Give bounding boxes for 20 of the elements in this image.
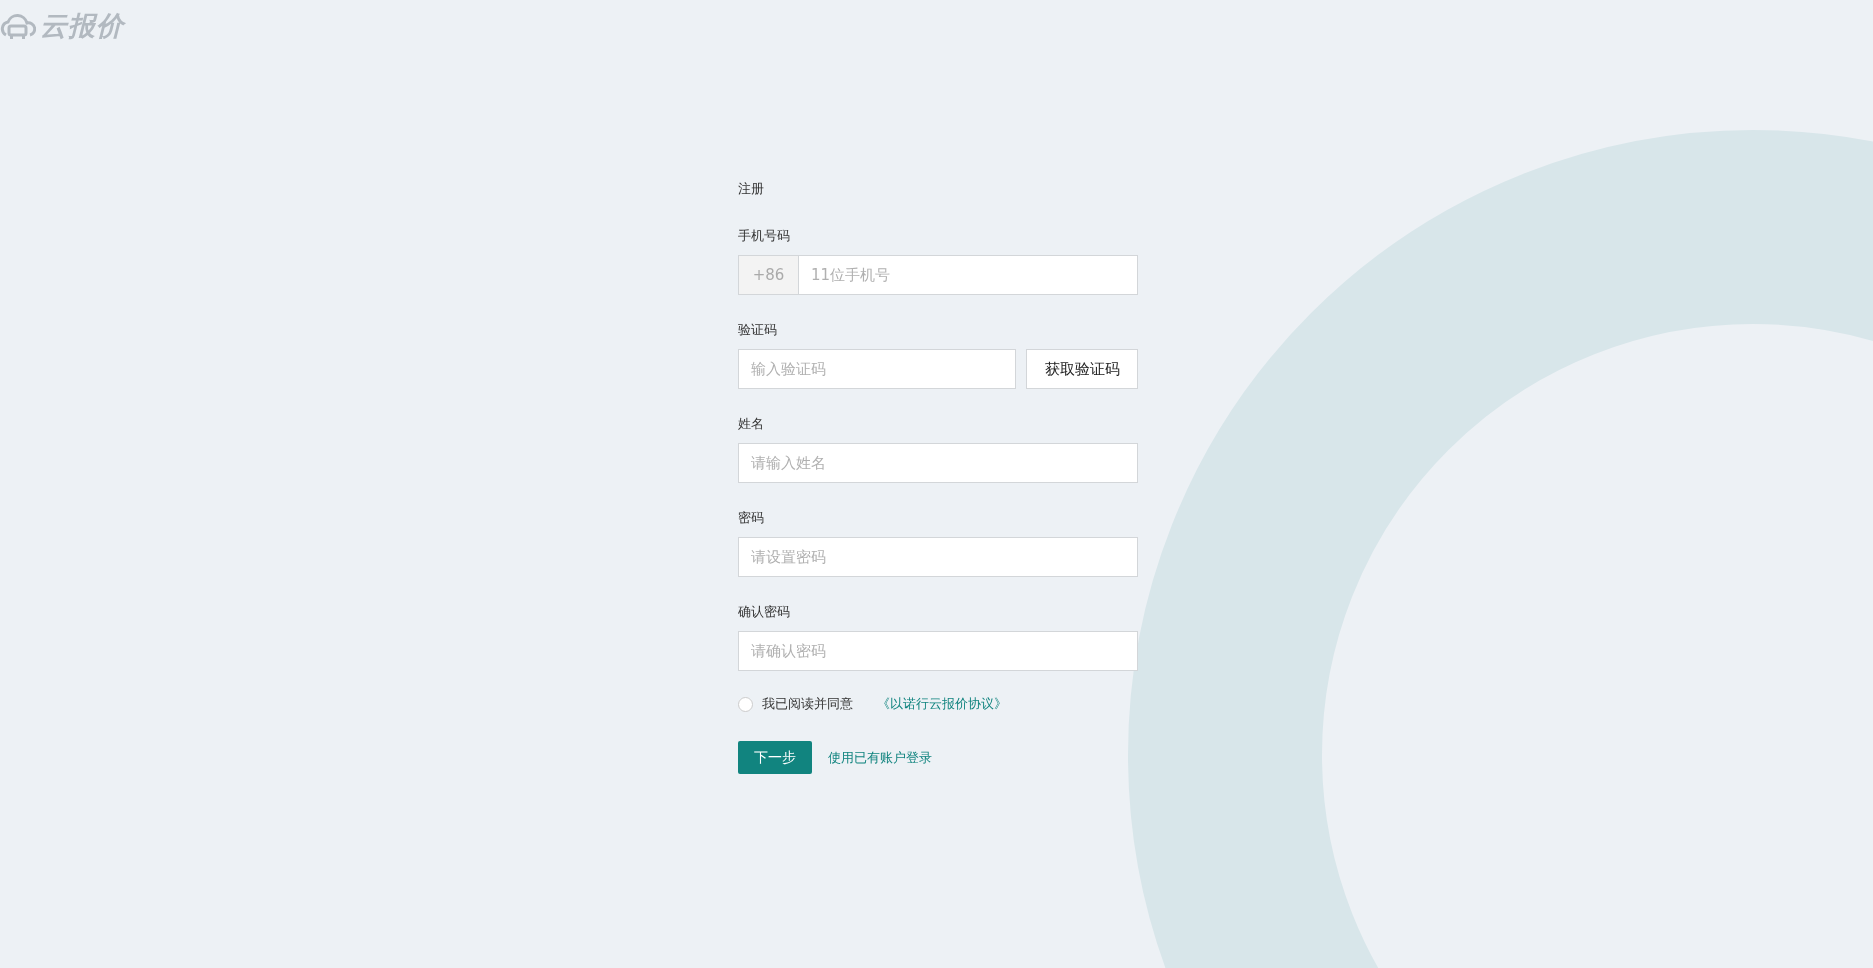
field-label: 姓名 <box>738 415 764 433</box>
password-input[interactable]: 请设置密码 <box>738 537 1138 577</box>
form-title: 注册 <box>738 180 765 198</box>
logo-text: 云报价 <box>40 9 124 43</box>
country-code: +86 <box>738 255 798 295</box>
field-label: 确认密码 <box>738 603 790 621</box>
field-label: 验证码 <box>738 321 777 339</box>
next-button[interactable]: 下一步 <box>738 741 812 774</box>
agreement-link[interactable]: 《以诺行云报价协议》 <box>877 695 1007 713</box>
phone-input[interactable]: 11位手机号 <box>798 255 1138 295</box>
text-input[interactable]: 请输入姓名 <box>738 443 1138 483</box>
password-input[interactable]: 请确认密码 <box>738 631 1138 671</box>
login-link[interactable]: 使用已有账户登录 <box>828 748 932 767</box>
get-code-button[interactable]: 获取验证码 <box>1026 349 1138 389</box>
code-input[interactable]: 输入验证码 <box>738 349 1016 389</box>
agree-text: 我已阅读并同意 <box>762 695 853 713</box>
field-label: 密码 <box>738 509 764 527</box>
field-label: 手机号码 <box>738 227 790 245</box>
cloud-car-icon <box>0 11 36 41</box>
agree-radio[interactable] <box>738 696 753 712</box>
